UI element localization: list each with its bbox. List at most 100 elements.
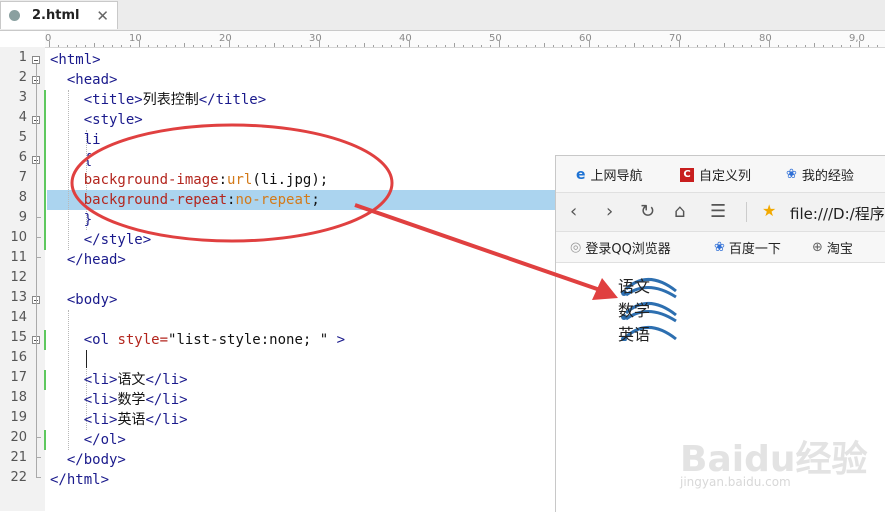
bookmark-label: 上网导航	[590, 169, 643, 184]
line-number: 14	[10, 310, 27, 325]
code-line-11[interactable]: </head>	[50, 250, 126, 270]
code-line-4[interactable]: <style>	[50, 110, 143, 130]
ruler-tick	[112, 45, 113, 47]
ruler-tick	[724, 43, 725, 47]
code-line-2[interactable]: <head>	[50, 70, 118, 90]
code-line-1[interactable]: <html>	[50, 50, 101, 70]
ruler-tick	[58, 45, 59, 47]
ruler-tick	[328, 45, 329, 47]
ruler-tick	[508, 45, 509, 47]
change-marker	[44, 330, 46, 350]
ruler-tick	[283, 45, 284, 47]
favorites-bar: ◎ 登录QQ浏览器 ❀ 百度一下 ⊕ 淘宝	[556, 232, 885, 263]
fold-range-end	[36, 457, 41, 458]
ruler-tick	[832, 45, 833, 47]
forward-icon[interactable]: ›	[606, 201, 613, 222]
list-item: 语文	[618, 277, 651, 296]
ruler-tick	[877, 45, 878, 47]
code-line-17[interactable]: <li>语文</li>	[50, 370, 188, 390]
fav-baidu[interactable]: ❀ 百度一下	[714, 238, 781, 257]
line-number: 16	[10, 350, 27, 365]
code-line-21[interactable]: </body>	[50, 450, 126, 470]
code-line-19[interactable]: <li>英语</li>	[50, 410, 188, 430]
line-number: 17	[10, 370, 27, 385]
code-line-7[interactable]: background-image:url(li.jpg);	[50, 170, 328, 190]
ruler-tick	[769, 41, 770, 47]
ruler-tick	[229, 41, 230, 47]
fav-taobao[interactable]: ⊕ 淘宝	[812, 238, 853, 257]
baidu-watermark-url: jingyan.baidu.com	[680, 475, 791, 489]
line-number: 6	[18, 150, 27, 165]
ruler-tick	[184, 43, 185, 47]
code-line-13[interactable]: <body>	[50, 290, 118, 310]
ruler-tick	[796, 45, 797, 47]
bookmark-experience[interactable]: ❀ 我的经验	[786, 165, 854, 184]
ruler-tick	[481, 45, 482, 47]
line-number: 12	[10, 270, 27, 285]
bookmark-nav[interactable]: e 上网导航	[576, 165, 643, 185]
ruler-tick	[454, 43, 455, 47]
close-icon[interactable]: ✕	[96, 7, 109, 25]
change-marker	[44, 90, 46, 250]
back-icon[interactable]: ‹	[570, 201, 577, 222]
fav-label: 淘宝	[826, 242, 853, 257]
address-field[interactable]: file:///D:/程序	[790, 203, 885, 224]
line-number: 5	[18, 130, 27, 145]
fav-qq-login[interactable]: ◎ 登录QQ浏览器	[570, 238, 671, 257]
code-line-6[interactable]: {	[50, 150, 92, 170]
user-icon: ◎	[570, 240, 582, 255]
ruler-tick	[346, 45, 347, 47]
refresh-icon[interactable]: ↻	[640, 201, 655, 222]
ruler-tick	[67, 45, 68, 47]
ruler-tick	[787, 45, 788, 47]
ruler-tick	[364, 43, 365, 47]
ruler-tick	[544, 43, 545, 47]
fold-range-end	[36, 237, 41, 238]
fav-label: 百度一下	[728, 242, 781, 257]
code-line-10[interactable]: </style>	[50, 230, 151, 250]
ruler-tick	[94, 43, 95, 47]
ruler-tick	[751, 45, 752, 47]
line-number: 7	[18, 170, 27, 185]
change-marker	[44, 370, 46, 390]
ruler-tick	[697, 45, 698, 47]
ruler-tick	[670, 45, 671, 47]
code-line-9[interactable]: }	[50, 210, 92, 230]
ruler-tick	[598, 45, 599, 47]
code-line-3[interactable]: <title>列表控制</title>	[50, 90, 266, 110]
code-line-5[interactable]: li	[50, 130, 101, 150]
ruler-tick	[805, 45, 806, 47]
fold-toggle-icon[interactable]	[32, 56, 40, 64]
bookmark-label: 自定义列	[699, 169, 752, 184]
ruler-tick	[310, 45, 311, 47]
ruler-tick	[760, 45, 761, 47]
line-number: 22	[10, 470, 27, 485]
ruler-tick	[580, 45, 581, 47]
code-line-8[interactable]: background-repeat:no-repeat;	[50, 190, 320, 210]
ruler-tick	[499, 41, 500, 47]
ruler-tick	[175, 45, 176, 47]
tab-2-html[interactable]: 2.html ✕	[0, 1, 118, 29]
ruler-tick	[400, 45, 401, 47]
ruler-tick	[418, 45, 419, 47]
ruler-tick	[301, 45, 302, 47]
bookmark-custom[interactable]: C 自定义列	[680, 165, 751, 184]
fold-range-end	[36, 477, 41, 478]
ruler-tick	[382, 45, 383, 47]
ruler-tick	[157, 45, 158, 47]
tab-bar: 2.html ✕	[0, 0, 885, 31]
reader-icon[interactable]: ☰	[710, 201, 726, 222]
code-line-20[interactable]: </ol>	[50, 430, 126, 450]
home-icon[interactable]: ⌂	[674, 201, 685, 222]
ruler-tick	[841, 45, 842, 47]
ruler-tick	[373, 45, 374, 47]
code-line-15[interactable]: <ol style="list-style:none; " >	[50, 330, 345, 350]
ruler-tick	[553, 45, 554, 47]
code-line-18[interactable]: <li>数学</li>	[50, 390, 188, 410]
code-line-22[interactable]: </html>	[50, 470, 109, 490]
ruler-tick	[409, 41, 410, 47]
ruler-tick	[652, 45, 653, 47]
baidu-paw-icon: ❀	[786, 167, 797, 182]
star-icon[interactable]: ★	[762, 201, 776, 220]
ruler-tick	[292, 45, 293, 47]
